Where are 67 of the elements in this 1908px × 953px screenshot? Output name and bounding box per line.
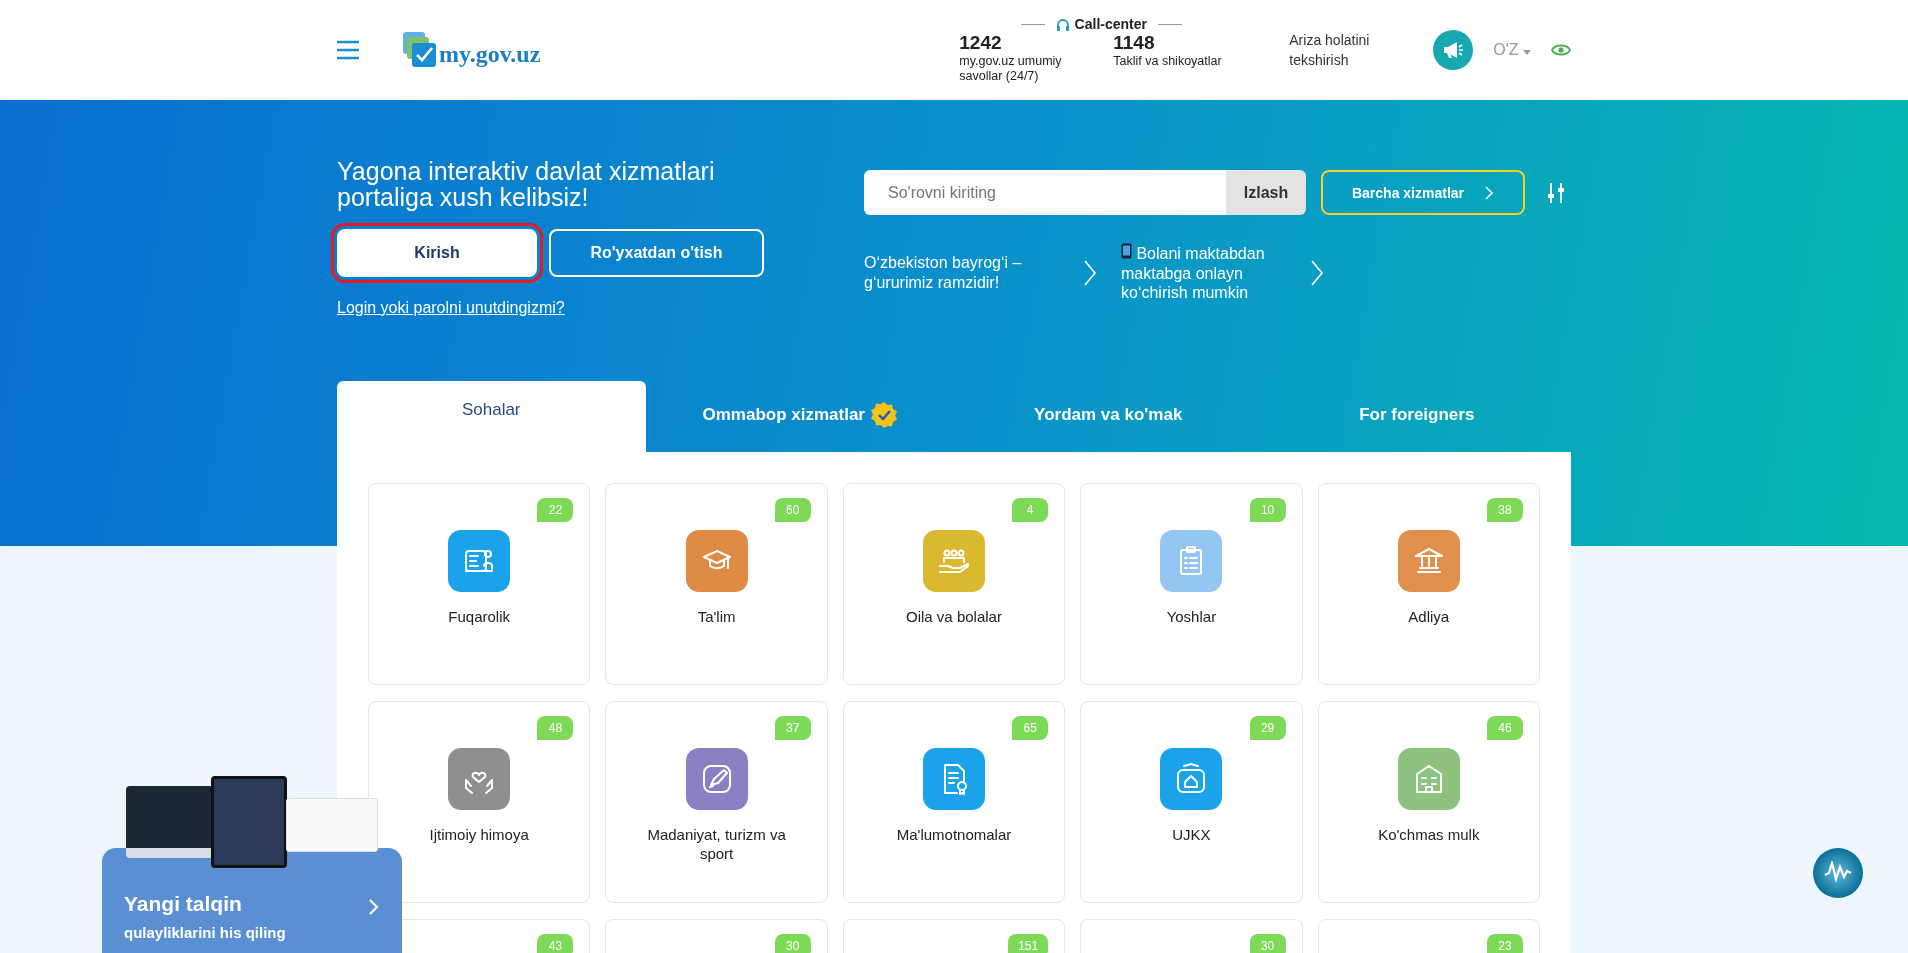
category-name: UJKX (1171, 826, 1212, 845)
verified-badge-icon (871, 401, 897, 428)
chevron-right-icon[interactable] (368, 898, 380, 916)
welcome-title: Yagona interaktiv davlat xizmatlari portaliga xush kelibsiz! (337, 158, 716, 211)
phone-line-label: my.gov.uz umumiy savollar (24/7) (959, 54, 1063, 84)
category-card[interactable]: 46 Ko'chmas mulk (1317, 701, 1540, 903)
count-badge: 10 (1249, 498, 1286, 522)
category-name: Ijtimoiy himoya (428, 826, 530, 845)
promo-subtitle: qulayliklarini his qiling (124, 924, 286, 941)
category-name: Madaniyat, turizm va sport (646, 826, 787, 864)
promo-title: Yangi talqin (124, 892, 243, 916)
sound-wave-button[interactable] (1813, 848, 1863, 898)
eye-icon[interactable] (1551, 43, 1571, 57)
category-card[interactable]: 29 UJKX (1080, 701, 1303, 903)
count-badge: 22 (537, 498, 574, 522)
category-card[interactable]: 65 Ma'lumotnomalar (842, 701, 1066, 903)
count-badge: 151 (1008, 934, 1049, 953)
search-button[interactable]: Izlash (1226, 170, 1306, 215)
count-badge: 46 (1487, 716, 1523, 740)
category-name: Ko'chmas mulk (1377, 826, 1481, 845)
count-badge: 29 (1249, 716, 1286, 740)
category-name: Fuqarolik (447, 608, 512, 627)
announcement-button[interactable] (1433, 30, 1474, 70)
category-name: Yoshlar (1165, 608, 1218, 627)
sound-wave-icon (1823, 861, 1853, 885)
category-name: Ma'lumotnomalar (895, 826, 1013, 845)
count-badge: 48 (537, 716, 574, 740)
count-badge: 37 (774, 716, 811, 740)
category-name: Ta'lim (696, 608, 737, 627)
forgot-password-link[interactable]: Login yoki parolni unutdingizmi? (337, 298, 565, 317)
register-button[interactable]: Ro'yxatdan o'tish (549, 228, 764, 277)
chevron-right-icon[interactable] (1083, 259, 1097, 286)
chevron-right-icon[interactable] (1310, 259, 1324, 286)
category-card[interactable]: 37 Madaniyat, turizm va sport (605, 701, 828, 903)
category-name: Adliya (1407, 608, 1451, 627)
count-badge: 65 (1012, 716, 1049, 740)
category-card[interactable]: 22 Fuqarolik (368, 483, 591, 685)
count-badge: 30 (1249, 934, 1286, 953)
count-badge: 30 (774, 934, 811, 953)
megaphone-icon (1442, 40, 1465, 60)
category-name: Oila va bolalar (905, 608, 1003, 627)
category-card[interactable]: 60 Ta'lim (605, 483, 828, 685)
phone-line-label: Taklif va shikoyatlar (1113, 54, 1223, 69)
logo-text[interactable]: my.gov.uz (439, 41, 541, 68)
phone-icon (1121, 243, 1132, 259)
checkmark-logo-icon[interactable] (403, 32, 437, 68)
search-field[interactable]: So'rovni kiriting (864, 170, 1226, 215)
category-card[interactable]: 10 Yoshlar (1080, 483, 1303, 685)
count-badge: 38 (1487, 498, 1523, 522)
call-center-title: Call-center (1074, 16, 1147, 32)
caret-down-icon (1523, 50, 1531, 55)
count-badge: 23 (1487, 934, 1523, 953)
headphones-icon (1055, 17, 1070, 31)
count-badge: 4 (1012, 498, 1049, 522)
tab[interactable]: Sohalar (337, 381, 646, 452)
category-card[interactable]: 38 Adliya (1317, 483, 1540, 685)
application-status-link[interactable]: Ariza holatini tekshirish (1289, 29, 1410, 71)
menu-icon[interactable] (337, 40, 359, 60)
tab[interactable]: Ommabop xizmatlar (645, 381, 954, 452)
news-headline[interactable]: Oʻzbekiston bayrogʻi – gʻururimiz ramzidir! (864, 253, 1069, 293)
phone-number[interactable]: 1242 (959, 32, 1100, 54)
count-badge: 43 (537, 934, 574, 953)
count-badge: 60 (774, 498, 811, 522)
phone-number[interactable]: 1148 (1113, 32, 1244, 54)
chevron-right-icon (1484, 185, 1495, 200)
filter-sliders-icon[interactable] (1547, 182, 1565, 203)
category-card[interactable]: 4 Oila va bolalar (842, 483, 1066, 685)
